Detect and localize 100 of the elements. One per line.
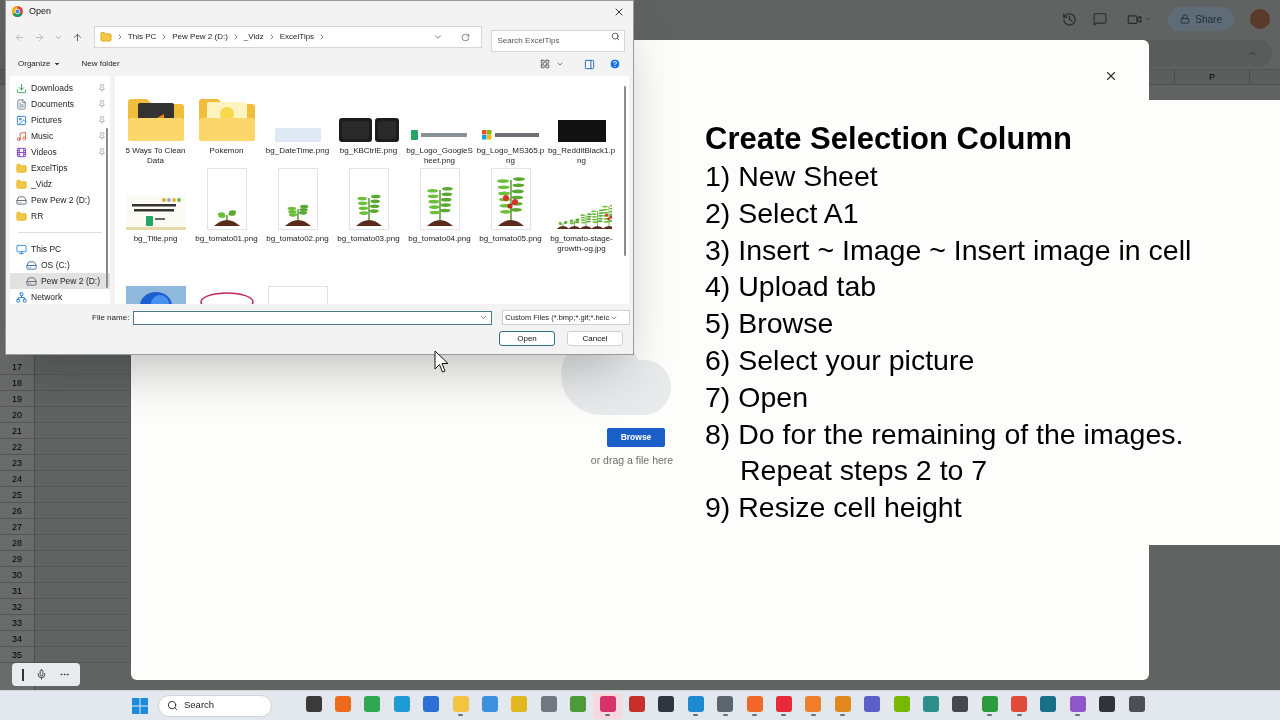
search-icon — [611, 32, 620, 41]
nav-item[interactable]: _Vidz — [10, 176, 110, 192]
microphone-icon[interactable] — [36, 669, 47, 680]
scrollbar[interactable] — [624, 86, 626, 256]
scrollbar[interactable] — [106, 128, 108, 288]
taskbar-search[interactable]: Search — [158, 694, 272, 717]
new-folder-button[interactable]: New folder — [81, 58, 120, 70]
file-item[interactable]: bg_tomato04.png — [404, 172, 475, 254]
address-bar[interactable]: This PC Pew Pew 2 (D:) _Vidz ExcelTips — [93, 26, 483, 48]
folder-icon — [16, 178, 27, 190]
breadcrumb-item[interactable]: ExcelTips — [279, 31, 315, 43]
folder-icon — [16, 210, 27, 222]
preview-pane-icon[interactable] — [584, 58, 595, 70]
file-item[interactable]: bg_tomato01.png — [191, 172, 262, 254]
folder-icon — [196, 96, 257, 142]
file-name-field[interactable] — [133, 310, 493, 325]
row-number[interactable]: 19 — [0, 391, 34, 407]
nav-item[interactable]: Pew Pew 2 (D:) — [10, 192, 110, 208]
row-number[interactable]: 27 — [0, 519, 34, 535]
dropdown-icon[interactable] — [433, 32, 444, 42]
file-item[interactable]: bg_tomato05.png — [475, 172, 546, 254]
nav-item[interactable]: ExcelTips — [10, 160, 110, 176]
row-number[interactable]: 20 — [0, 407, 34, 423]
comment-icon[interactable] — [1093, 12, 1108, 26]
row-number[interactable]: 22 — [0, 439, 34, 455]
avatar[interactable] — [1250, 9, 1270, 29]
pictures-icon — [16, 114, 27, 126]
view-icon[interactable] — [540, 59, 550, 69]
nav-item[interactable]: This PC — [10, 241, 110, 257]
instruction-step: 8) Do for the remaining of the images. — [705, 415, 1280, 453]
breadcrumb-item[interactable]: _Vidz — [243, 31, 264, 43]
nav-item[interactable]: OS (C:) — [10, 257, 110, 273]
file-item[interactable]: 5 Ways To Clean Data — [120, 84, 191, 166]
nav-item[interactable]: Pictures — [10, 112, 110, 128]
documents-icon — [16, 98, 27, 110]
videos-icon — [16, 146, 27, 158]
row-number[interactable]: 17 — [0, 359, 34, 375]
nav-item[interactable]: Documents — [10, 96, 110, 112]
row-number[interactable]: 28 — [0, 535, 34, 551]
file-item[interactable]: bg_RedditBlack1.png — [546, 84, 617, 166]
nav-item[interactable]: RR — [10, 208, 110, 224]
file-item[interactable]: bg_tomato03.png — [333, 172, 404, 254]
row-number[interactable]: 34 — [0, 631, 34, 647]
folder-icon — [99, 31, 112, 43]
file-item[interactable]: bg_Logo_MS365.png — [475, 84, 546, 166]
row-number[interactable]: 26 — [0, 503, 34, 519]
instruction-step: 7) Open — [705, 378, 1280, 416]
row-number[interactable]: 25 — [0, 487, 34, 503]
back-icon[interactable] — [14, 31, 25, 43]
row-number[interactable]: 29 — [0, 551, 34, 567]
file-item[interactable]: bg_tomato-stage-growth-og.jpg — [546, 172, 617, 254]
search-field[interactable]: Search ExcelTips — [491, 29, 625, 52]
nav-item[interactable]: Network — [10, 289, 110, 304]
dialog-title: Open — [29, 4, 53, 18]
file-item[interactable]: bg_DateTime.png — [262, 84, 333, 166]
file-item[interactable]: bg_Logo_GoogleSheet.png — [404, 84, 475, 166]
row-number[interactable]: 21 — [0, 423, 34, 439]
file-item[interactable]: bg_Title.png — [120, 172, 191, 254]
instruction-step: 5) Browse — [705, 305, 1280, 342]
breadcrumb-item[interactable]: Pew Pew 2 (D:) — [172, 31, 228, 43]
lock-icon — [1180, 14, 1191, 24]
nav-item[interactable]: Music — [10, 128, 110, 144]
version-history-icon[interactable] — [1062, 11, 1078, 27]
row-number[interactable]: 31 — [0, 583, 34, 599]
cancel-button[interactable]: Cancel — [567, 331, 623, 346]
dropdown-icon[interactable] — [479, 313, 489, 322]
file-item[interactable]: bg_tomato02.png — [262, 172, 333, 254]
row-number[interactable]: 33 — [0, 615, 34, 631]
row-number[interactable]: 30 — [0, 567, 34, 583]
music-icon — [16, 130, 27, 142]
caret-icon[interactable] — [556, 60, 564, 68]
close-icon[interactable] — [1104, 69, 1118, 83]
start-icon[interactable] — [132, 697, 148, 714]
browse-button[interactable]: Browse — [606, 428, 666, 447]
refresh-icon[interactable] — [461, 32, 471, 42]
nav-item[interactable]: Downloads — [10, 80, 110, 96]
caret-icon — [53, 60, 62, 68]
help-icon[interactable] — [609, 58, 621, 70]
downloads-icon — [16, 82, 27, 94]
file-item[interactable]: Pokemon — [191, 84, 262, 166]
row-number[interactable]: 24 — [0, 471, 34, 487]
drag-hint: or drag a file here — [590, 453, 674, 468]
row-number[interactable]: 32 — [0, 599, 34, 615]
file-name-label: File name: — [92, 311, 130, 324]
organize-button[interactable]: Organize — [18, 58, 62, 70]
breadcrumb-item[interactable]: This PC — [127, 31, 157, 43]
forward-icon[interactable] — [33, 31, 45, 43]
row-number[interactable]: 23 — [0, 455, 34, 471]
text-cursor-icon[interactable] — [22, 668, 24, 681]
up-icon[interactable] — [71, 31, 83, 43]
folder-icon — [125, 96, 186, 142]
row-number[interactable]: 18 — [0, 375, 34, 391]
file-item[interactable]: bg_KBCtrlE.png — [333, 84, 404, 166]
folder-icon — [16, 162, 27, 174]
app-logo-icon — [12, 6, 23, 17]
nav-item[interactable]: Pew Pew 2 (D:) — [10, 273, 110, 289]
nav-item[interactable]: Videos — [10, 144, 110, 160]
caret-icon[interactable] — [1144, 15, 1153, 23]
open-button[interactable]: Open — [499, 331, 555, 346]
os-drive-icon — [26, 259, 37, 271]
